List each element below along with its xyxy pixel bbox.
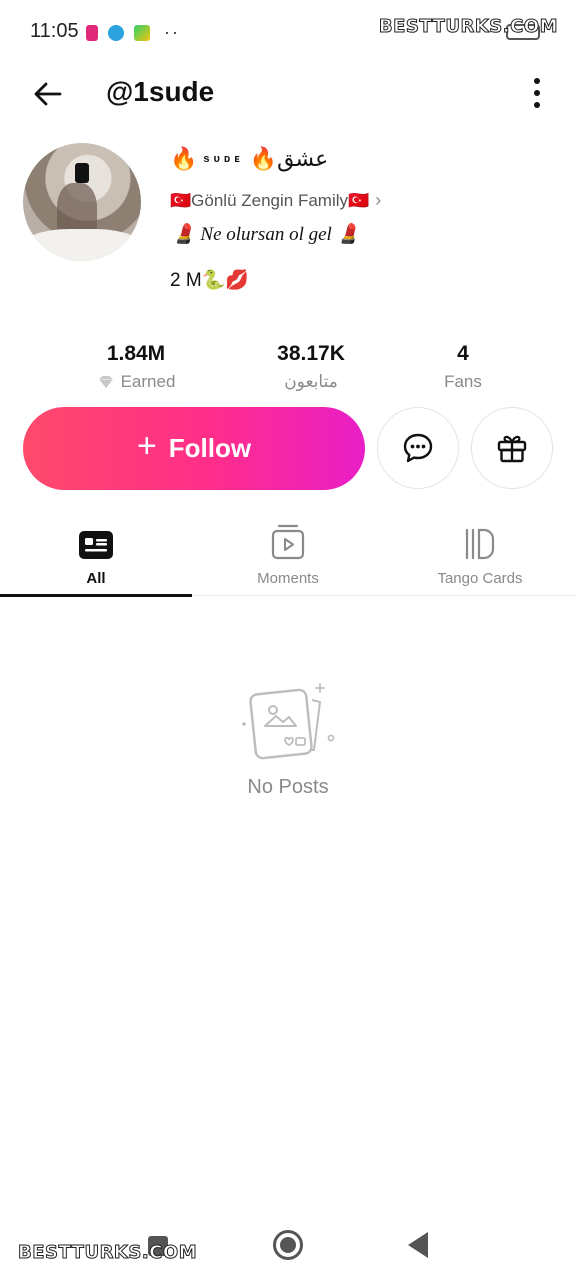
home-button[interactable] bbox=[273, 1230, 303, 1260]
stat-fans-label: Fans bbox=[444, 372, 482, 391]
tab-tango-cards-label: Tango Cards bbox=[437, 570, 523, 587]
watermark-top: BESTTURKS.COM bbox=[378, 16, 558, 38]
moments-icon bbox=[271, 524, 305, 560]
plus-icon: + bbox=[136, 427, 157, 465]
name-small: ѕᴜᴅᴇ bbox=[203, 153, 244, 165]
stat-fans[interactable]: 4 Fans bbox=[373, 342, 553, 392]
more-notifications-icon: ·· bbox=[164, 22, 180, 42]
tango-icon bbox=[86, 24, 98, 41]
empty-posts-illustration bbox=[238, 680, 338, 764]
tab-moments[interactable]: Moments bbox=[192, 520, 384, 596]
chevron-right-icon: › bbox=[375, 190, 382, 210]
stat-earned-label-row: Earned bbox=[46, 372, 226, 392]
family-name: 🇹🇷Gönlü Zengin Family🇹🇷 bbox=[170, 190, 370, 210]
watermark-bottom: BESTTURKS.COM bbox=[17, 1242, 198, 1264]
tab-tango-cards[interactable]: Tango Cards bbox=[384, 520, 576, 596]
profile-extra: 2 M🐍💋 bbox=[170, 270, 249, 291]
profile-header: @1sude bbox=[0, 64, 576, 124]
back-arrow-icon bbox=[34, 82, 62, 106]
more-dot bbox=[534, 78, 540, 84]
content-tabs: All Moments Tango Cards bbox=[0, 520, 576, 597]
home-dot bbox=[280, 1237, 296, 1253]
stat-earned-label: Earned bbox=[120, 372, 176, 391]
message-button[interactable] bbox=[377, 407, 459, 489]
avatar[interactable] bbox=[23, 143, 141, 261]
stat-earned: 1.84M Earned bbox=[46, 342, 226, 392]
empty-photo-icon bbox=[242, 683, 335, 760]
tab-all[interactable]: All bbox=[0, 520, 192, 597]
tab-all-label: All bbox=[86, 570, 106, 587]
back-button[interactable] bbox=[30, 76, 66, 112]
empty-posts-text: No Posts bbox=[247, 776, 329, 798]
system-back-button[interactable] bbox=[408, 1232, 428, 1258]
profile-username: @1sude bbox=[106, 76, 215, 107]
name-prefix: 🔥 bbox=[170, 146, 198, 171]
follow-label: Follow bbox=[168, 433, 252, 463]
chat-bubble-icon bbox=[403, 433, 433, 463]
app-icon bbox=[134, 24, 150, 41]
family-link[interactable]: 🇹🇷Gönlü Zengin Family🇹🇷 › bbox=[170, 190, 381, 211]
all-posts-icon bbox=[79, 531, 113, 559]
tango-cards-icon bbox=[465, 528, 495, 560]
display-name: 🔥 ѕᴜᴅᴇ 🔥عشق bbox=[170, 146, 328, 172]
avatar-sheet bbox=[23, 229, 141, 261]
name-suffix: 🔥عشق bbox=[249, 146, 329, 171]
more-options-button[interactable] bbox=[530, 78, 544, 108]
telegram-icon bbox=[108, 24, 124, 41]
follow-button[interactable]: + Follow bbox=[23, 407, 365, 490]
status-time: 11:05 bbox=[30, 20, 79, 42]
more-dot bbox=[534, 102, 540, 108]
stat-earned-value: 1.84M bbox=[106, 342, 166, 365]
notification-icons: ·· bbox=[86, 22, 180, 43]
stat-fans-value: 4 bbox=[457, 342, 469, 365]
avatar-phone bbox=[75, 163, 89, 183]
profile-bio: 💄 Ne olursan ol gel 💄 bbox=[172, 224, 361, 245]
tab-moments-label: Moments bbox=[257, 570, 319, 587]
more-dot bbox=[534, 90, 540, 96]
gift-button[interactable] bbox=[471, 407, 553, 489]
status-bar: 11:05 ·· BESTTURKS.COM bbox=[0, 0, 576, 64]
diamond-icon bbox=[98, 376, 113, 388]
gift-icon bbox=[497, 435, 527, 463]
